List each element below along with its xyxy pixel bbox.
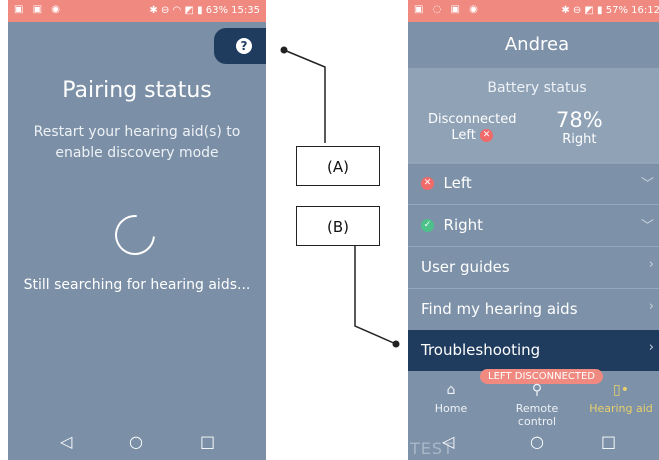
chevron-down-icon: ﹀: [640, 219, 654, 234]
status-bar: ▣ ▣ ◉ ✱ ⊖ ◠ ◩ ▮ 63% 15:35: [8, 0, 266, 22]
x-circle-icon: ✕: [421, 177, 434, 190]
home-icon: ⌂: [446, 382, 456, 398]
tab-hearing-aid[interactable]: ▯• Hearing aid: [586, 382, 656, 415]
status-right: ✱ ⊖ ◩ ▮ 57% 16:12: [561, 5, 659, 16]
x-circle-icon: ✕: [480, 129, 494, 142]
question-circle-icon: ?: [236, 38, 252, 54]
check-circle-icon: ✓: [421, 219, 434, 232]
recents-icon[interactable]: □: [200, 432, 215, 451]
home-nav-icon[interactable]: ○: [129, 432, 143, 451]
chevron-right-icon: ›: [648, 340, 654, 355]
status-time: 16:12: [631, 5, 659, 16]
hearing-aid-screen: ▣ ◌ ▣ ◉ ✱ ⊖ ◩ ▮ 57% 16:12 Andrea Battery…: [408, 0, 659, 460]
menu-item-right[interactable]: ✓ Right ﹀: [408, 204, 659, 246]
notification-icons: ▣ ▣ ◉: [14, 4, 63, 15]
status-bar: ▣ ◌ ▣ ◉ ✱ ⊖ ◩ ▮ 57% 16:12: [408, 0, 659, 22]
searching-status-text: Still searching for hearing aids...: [23, 277, 251, 293]
remote-icon: ⚲: [531, 382, 543, 398]
menu-item-user-guides[interactable]: User guides ›: [408, 246, 659, 288]
bottom-tab-bar: LEFT DISCONNECTED ⌂ Home ⚲ Remote contro…: [408, 369, 659, 430]
android-nav-bar: ◁ ○ □: [8, 426, 266, 460]
recents-icon[interactable]: □: [601, 432, 616, 451]
battery-status-panel: Battery status Disconnected Left ✕ 78% R…: [408, 68, 659, 164]
pairing-status-screen: ▣ ▣ ◉ ✱ ⊖ ◠ ◩ ▮ 63% 15:35 ? Pairing stat…: [8, 0, 266, 460]
page-title: Pairing status: [62, 78, 212, 103]
home-nav-icon[interactable]: ○: [530, 432, 544, 451]
callout-label-a: (A): [296, 146, 380, 186]
android-nav-bar: TEST ◁ ○ □: [408, 426, 659, 460]
chevron-down-icon: ﹀: [640, 177, 654, 192]
chevron-right-icon: ›: [648, 299, 654, 314]
status-right: ✱ ⊖ ◠ ◩ ▮ 63% 15:35: [149, 5, 260, 16]
back-icon[interactable]: ◁: [442, 432, 454, 451]
hearing-aid-icon: ▯•: [613, 382, 629, 398]
tab-home[interactable]: ⌂ Home: [416, 382, 486, 415]
left-battery-status: Disconnected Left ✕: [428, 112, 517, 143]
battery-status-title: Battery status: [487, 80, 587, 96]
pairing-instructions: Restart your hearing aid(s) to enable di…: [33, 124, 241, 161]
chevron-right-icon: ›: [648, 257, 654, 272]
notification-icons: ▣ ◌ ▣ ◉: [414, 4, 481, 15]
status-time: 15:35: [231, 5, 260, 16]
help-button[interactable]: ?: [214, 28, 266, 64]
right-battery-status: 78% Right: [556, 108, 603, 147]
menu-item-find-hearing-aids[interactable]: Find my hearing aids ›: [408, 288, 659, 330]
menu-item-troubleshooting[interactable]: Troubleshooting ›: [408, 330, 659, 371]
loading-spinner-icon: [106, 206, 164, 264]
callout-label-b: (B): [296, 206, 380, 246]
user-name: Andrea: [504, 34, 570, 55]
back-icon[interactable]: ◁: [60, 432, 72, 451]
tab-remote-control[interactable]: ⚲ Remote control: [502, 382, 572, 428]
menu-item-left[interactable]: ✕ Left ﹀: [408, 162, 659, 204]
